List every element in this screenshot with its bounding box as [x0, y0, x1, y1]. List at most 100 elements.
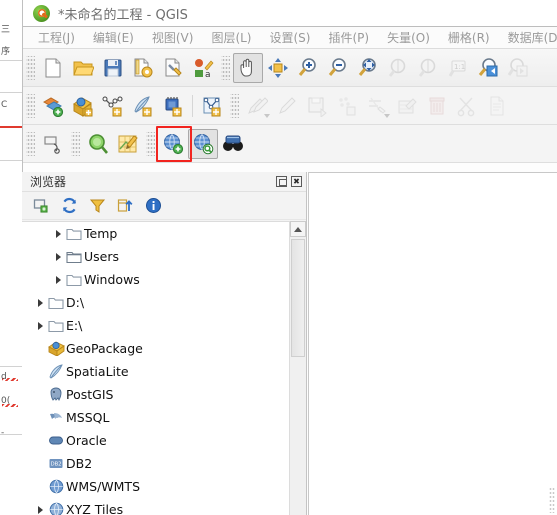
zoom-out-button[interactable]	[323, 53, 353, 83]
add-layer-button[interactable]	[38, 91, 68, 121]
close-panel-icon[interactable]	[291, 176, 302, 187]
list-item[interactable]: MSSQL	[22, 406, 289, 429]
open-attribute-table-button[interactable]	[113, 129, 143, 159]
menu-raster[interactable]: 栅格(R)	[439, 28, 499, 48]
list-item[interactable]: XYZ Tiles	[22, 498, 289, 515]
zoom-to-layer-button	[413, 53, 443, 83]
expand-arrow-icon[interactable]	[52, 268, 64, 291]
filter-browser-button[interactable]	[88, 197, 106, 215]
show-statistics-button[interactable]	[218, 129, 248, 159]
list-item[interactable]: D:\	[22, 291, 289, 314]
menu-settings[interactable]: 设置(S)	[261, 28, 320, 48]
expand-arrow-icon[interactable]	[52, 222, 64, 245]
mssql-icon	[46, 406, 66, 429]
menu-edit[interactable]: 编辑(E)	[84, 28, 143, 48]
new-virtual-layer-button[interactable]	[197, 91, 227, 121]
svg-text:a: a	[205, 70, 211, 79]
add-selected-layers-button[interactable]	[32, 197, 50, 215]
toolbar-row-project-navigation: a 1:1	[23, 49, 557, 87]
list-item-label: PostGIS	[66, 387, 114, 402]
new-project-button[interactable]	[38, 53, 68, 83]
open-project-button[interactable]	[68, 53, 98, 83]
save-project-as-button[interactable]	[128, 53, 158, 83]
list-item-label: DB2	[66, 456, 93, 471]
toolbar-row-layers-digitizing	[23, 87, 557, 125]
geopackage-icon	[46, 337, 66, 360]
toolbar-grip-3-icon[interactable]	[26, 93, 35, 118]
refresh-button[interactable]	[60, 197, 78, 215]
zoom-in-button[interactable]	[293, 53, 323, 83]
browser-toolbar	[22, 192, 306, 220]
expand-arrow-icon[interactable]	[34, 291, 46, 314]
show-statistics-icon	[223, 135, 243, 151]
new-3d-map-view-button[interactable]	[188, 128, 218, 159]
list-item[interactable]: SpatiaLite	[22, 360, 289, 383]
refresh-icon	[62, 197, 76, 214]
style-manager-button[interactable]: a	[188, 53, 218, 83]
map-canvas-surface[interactable]	[309, 173, 557, 515]
list-item[interactable]: GeoPackage	[22, 337, 289, 360]
current-edits-button	[242, 91, 272, 121]
list-item[interactable]: WMS/WMTS	[22, 475, 289, 498]
new-spatialite-layer-button[interactable]	[128, 91, 158, 121]
menu-database[interactable]: 数据库(D)	[499, 28, 557, 48]
zoom-to-layer-icon	[418, 58, 436, 77]
canvas-resize-grip-icon[interactable]	[549, 487, 555, 513]
list-item[interactable]: Oracle	[22, 429, 289, 452]
list-item[interactable]: Windows	[22, 268, 289, 291]
zoom-to-selection-button	[383, 53, 413, 83]
add-selected-layers-icon	[33, 199, 48, 213]
new-memory-layer-icon	[165, 96, 182, 116]
toolbar-grip-7-icon[interactable]	[146, 131, 155, 156]
new-shapefile-layer-button[interactable]	[98, 91, 128, 121]
new-print-layout-button[interactable]	[158, 53, 188, 83]
properties-info-icon	[145, 198, 161, 213]
qgis-application-window: 三 序 C d 0( - *未命名的工程 - QGIS 工程(J) 编辑(E) …	[0, 0, 557, 515]
new-memory-layer-button[interactable]	[158, 91, 188, 121]
scrollbar-thumb[interactable]	[291, 239, 305, 357]
expand-arrow-icon[interactable]	[34, 314, 46, 337]
save-project-button[interactable]	[98, 53, 128, 83]
new-map-view-button[interactable]	[158, 129, 188, 159]
list-item[interactable]: Users	[22, 245, 289, 268]
browser-scrollbar[interactable]	[289, 221, 306, 515]
new-shapefile-layer-icon	[102, 96, 123, 116]
toolbar-grip-4-icon[interactable]	[230, 93, 239, 118]
folder-icon	[64, 222, 84, 245]
properties-button[interactable]	[144, 197, 162, 215]
new-map-view-icon	[164, 133, 184, 154]
save-project-icon	[104, 59, 122, 76]
toolbar-grip-2-icon[interactable]	[221, 55, 230, 80]
float-panel-icon[interactable]	[276, 176, 287, 187]
new-geopackage-layer-button[interactable]	[68, 91, 98, 121]
toggle-editing-button	[272, 91, 302, 121]
pan-to-selection-button[interactable]	[263, 53, 293, 83]
menu-view[interactable]: 视图(V)	[143, 28, 203, 48]
menu-plugins[interactable]: 插件(P)	[319, 28, 378, 48]
menu-bar: 工程(J) 编辑(E) 视图(V) 图层(L) 设置(S) 插件(P) 矢量(O…	[23, 27, 557, 49]
menu-layer[interactable]: 图层(L)	[202, 28, 260, 48]
menu-project[interactable]: 工程(J)	[29, 28, 84, 48]
collapse-all-button[interactable]	[116, 197, 134, 215]
toolbar-grip-icon[interactable]	[26, 55, 35, 80]
deselect-features-button[interactable]	[38, 129, 68, 159]
list-item[interactable]: E:\	[22, 314, 289, 337]
new-print-layout-icon	[165, 58, 182, 76]
list-item[interactable]: DB2 DB2	[22, 452, 289, 475]
menu-vector[interactable]: 矢量(O)	[378, 28, 439, 48]
scroll-up-button[interactable]	[290, 221, 306, 237]
browser-tree[interactable]: Temp Users Windows D:\ E:\ GeoPackage Sp…	[22, 221, 289, 515]
list-item-label: SpatiaLite	[66, 364, 129, 379]
pan-map-button[interactable]	[233, 52, 263, 83]
zoom-last-button[interactable]	[473, 53, 503, 83]
toolbar-grip-6-icon[interactable]	[71, 131, 80, 156]
map-canvas[interactable]	[308, 172, 557, 515]
list-item[interactable]: PostGIS	[22, 383, 289, 406]
expand-arrow-icon[interactable]	[34, 498, 46, 515]
list-item[interactable]: Temp	[22, 222, 289, 245]
identify-features-button[interactable]	[83, 129, 113, 159]
new-project-icon	[45, 58, 61, 77]
toolbar-grip-5-icon[interactable]	[26, 131, 35, 156]
expand-arrow-icon[interactable]	[52, 245, 64, 268]
zoom-full-button[interactable]	[353, 53, 383, 83]
